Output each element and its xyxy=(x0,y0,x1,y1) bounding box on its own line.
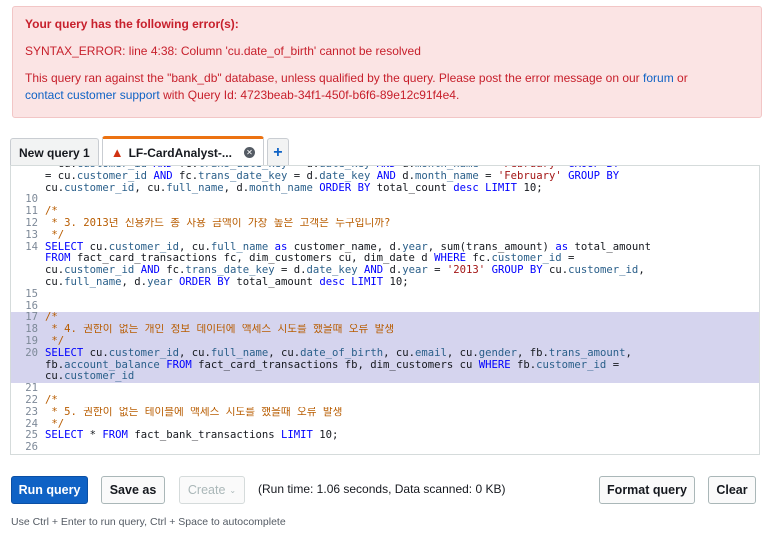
line-number xyxy=(11,277,41,289)
tab-label: New query 1 xyxy=(19,145,90,160)
line-text: */ xyxy=(45,229,65,241)
create-dropdown-button[interactable]: Create ⌄ xyxy=(179,476,245,504)
line-text: cu.customer_id xyxy=(45,371,135,383)
line-text xyxy=(45,383,759,395)
line-number: 23 xyxy=(25,405,38,418)
error-banner: Your query has the following error(s): S… xyxy=(12,6,762,118)
code-line[interactable]: 13 */ xyxy=(11,228,759,242)
code-line[interactable]: cu.full_name, d.year ORDER BY total_amou… xyxy=(11,277,759,289)
line-text: FROM fact_card_transactions fc, dim_cust… xyxy=(45,253,575,265)
tab-lf-card-analyst[interactable]: ▲ LF-CardAnalyst-... ✕ xyxy=(101,136,264,166)
line-text: cu.full_name, d.year ORDER BY total_amou… xyxy=(45,276,409,288)
line-number xyxy=(11,253,41,265)
code-line[interactable]: FROM fact_card_transactions fc, dim_cust… xyxy=(11,253,759,265)
sql-editor[interactable]: = cu.customer_id AND fc.trans_date_key =… xyxy=(10,165,760,455)
line-number: 12 xyxy=(25,216,38,229)
code-line[interactable]: 15 xyxy=(11,287,759,301)
line-number xyxy=(11,360,41,372)
code-line[interactable]: 14 SELECT cu.customer_id, cu.full_name as… xyxy=(11,240,759,254)
add-tab-button[interactable]: + xyxy=(266,138,289,166)
tab-new-query-1[interactable]: New query 1 xyxy=(10,138,99,166)
line-number xyxy=(11,171,41,183)
code-line[interactable]: 10 xyxy=(11,194,759,206)
line-text: SELECT cu.customer_id, cu.full_name as c… xyxy=(45,241,651,253)
code-line[interactable]: 23 * 5. 권한이 없는 테이블에 액세스 시도를 했을때 오류 발생 xyxy=(11,405,759,419)
query-tabs: New query 1 ▲ LF-CardAnalyst-... ✕ + xyxy=(10,136,292,166)
code-line[interactable]: 24 */ xyxy=(11,418,759,431)
clear-button[interactable]: Clear xyxy=(708,476,756,504)
code-line[interactable]: 12 * 3. 2013년 신용카드 총 사용 금액이 가장 높은 고객은 누구… xyxy=(11,216,759,230)
line-number: 19 xyxy=(25,334,38,347)
code-line[interactable]: fb.account_balance FROM fact_card_transa… xyxy=(11,359,759,372)
code-line[interactable]: 16 xyxy=(11,300,759,313)
line-text: cu.customer_id AND fc.trans_date_key = d… xyxy=(45,265,645,277)
code-line[interactable]: 25 SELECT * FROM fact_bank_transactions L… xyxy=(11,430,759,442)
line-text: * 4. 권한이 없는 개인 정보 데이터에 액세스 시도를 했을때 오류 발생 xyxy=(45,324,395,336)
line-text: fb.account_balance FROM fact_card_transa… xyxy=(45,359,620,371)
line-text: SELECT * FROM fact_bank_transactions LIM… xyxy=(45,430,339,442)
code-line[interactable]: 17/* xyxy=(11,312,759,325)
line-text: * 3. 2013년 신용카드 총 사용 금액이 가장 높은 고객은 누구입니까… xyxy=(45,217,391,229)
chevron-down-icon: ⌄ xyxy=(229,485,237,495)
code-line[interactable]: 18 * 4. 권한이 없는 개인 정보 데이터에 액세스 시도를 했을때 오류… xyxy=(11,323,759,336)
line-number: 26 xyxy=(25,441,38,454)
line-text: /* xyxy=(45,394,58,406)
error-message: SYNTAX_ERROR: line 4:38: Column 'cu.date… xyxy=(25,44,421,58)
code-line[interactable]: cu.customer_id, cu.full_name, d.month_na… xyxy=(11,183,759,195)
line-text: * 5. 권한이 없는 테이블에 액세스 시도를 했을때 오류 발생 xyxy=(45,406,343,418)
line-text: */ xyxy=(45,335,65,347)
line-text xyxy=(45,301,759,313)
format-query-button[interactable]: Format query xyxy=(599,476,695,504)
code-line[interactable]: 22 /* xyxy=(11,393,759,407)
line-text: /* xyxy=(45,312,58,324)
error-title: Your query has the following error(s): xyxy=(25,17,239,31)
error-info-prefix: This query ran against the "bank_db" dat… xyxy=(25,71,644,85)
warning-icon: ▲ xyxy=(110,145,124,160)
error-info-or: or xyxy=(673,71,688,85)
line-number: 14 xyxy=(25,240,38,253)
create-label: Create xyxy=(187,483,226,497)
close-icon[interactable]: ✕ xyxy=(243,147,255,158)
line-text: SELECT cu.customer_id, cu.full_name, cu.… xyxy=(45,347,632,359)
contact-support-link[interactable]: contact customer support xyxy=(25,88,160,102)
code-line[interactable]: = cu.customer_id AND fc.trans_date_key =… xyxy=(11,171,759,183)
code-line[interactable]: 20 SELECT cu.customer_id, cu.full_name, c… xyxy=(11,346,759,360)
line-number: 15 xyxy=(25,287,38,300)
code-line[interactable]: cu.customer_id xyxy=(11,371,759,384)
line-number: 20 xyxy=(25,346,38,359)
line-text: /* xyxy=(45,206,58,218)
line-text: */ xyxy=(45,418,65,430)
code-line[interactable]: 26 xyxy=(11,441,759,454)
line-number: 13 xyxy=(25,228,38,241)
error-info: This query ran against the "bank_db" dat… xyxy=(25,70,749,104)
code-line[interactable]: 21 xyxy=(11,382,759,395)
line-number xyxy=(11,265,41,277)
line-text: = cu.customer_id AND fc.trans_date_key =… xyxy=(45,170,620,182)
code-line[interactable]: cu.customer_id AND fc.trans_date_key = d… xyxy=(11,265,759,277)
line-text xyxy=(45,442,759,454)
tab-label: LF-CardAnalyst-... xyxy=(128,145,232,160)
forum-link[interactable]: forum xyxy=(643,71,674,85)
code-line[interactable]: 11/* xyxy=(11,205,759,218)
line-text xyxy=(45,289,759,301)
error-info-suffix: with Query Id: 4723beab-34f1-450f-b6f6-8… xyxy=(159,88,460,102)
line-text xyxy=(45,194,759,206)
code-line[interactable]: 19 */ xyxy=(11,334,759,348)
save-as-button[interactable]: Save as xyxy=(101,476,165,504)
line-text: cu.customer_id, cu.full_name, d.month_na… xyxy=(45,182,543,194)
line-number: 22 xyxy=(25,393,38,406)
runtime-status: (Run time: 1.06 seconds, Data scanned: 0… xyxy=(258,482,506,496)
run-query-button[interactable]: Run query xyxy=(11,476,88,504)
code-lines[interactable]: = cu.customer_id AND fc.trans_date_key =… xyxy=(11,166,759,454)
keyboard-hint: Use Ctrl + Enter to run query, Ctrl + Sp… xyxy=(11,516,286,528)
